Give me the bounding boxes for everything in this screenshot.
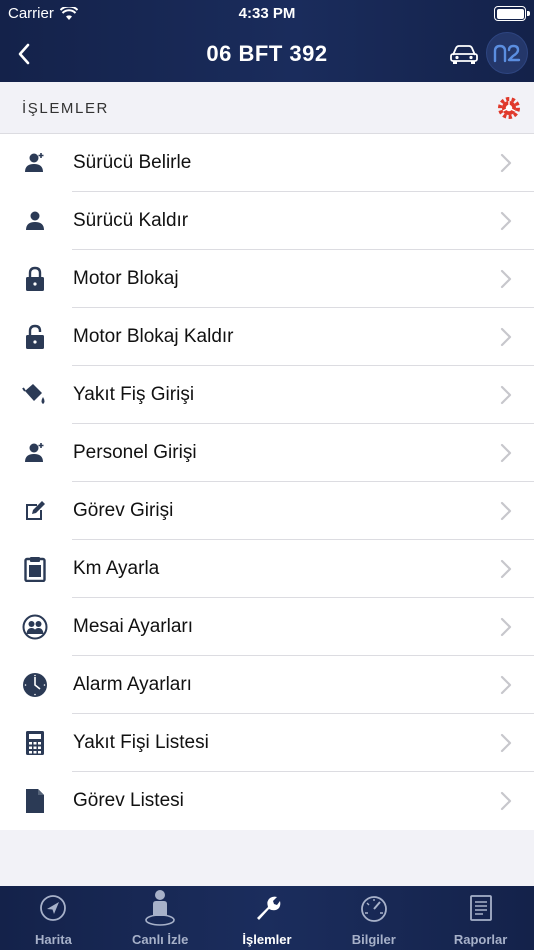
section-title: İŞLEMLER [22, 100, 109, 117]
group-icon [22, 614, 48, 640]
list-item-motor-blokaj[interactable]: Motor Blokaj [0, 250, 534, 308]
list-item-alarm-ayarlari[interactable]: Alarm Ayarları [0, 656, 534, 714]
gear-icon[interactable] [496, 95, 522, 121]
tab-canli-izle[interactable]: Canlı İzle [107, 886, 214, 950]
lock-icon [22, 266, 48, 292]
chevron-right-icon [500, 443, 512, 463]
navigation-bar: 06 BFT 392 [0, 28, 534, 82]
list-item-label: Alarm Ayarları [73, 674, 192, 695]
person-add-icon [22, 440, 48, 466]
tab-raporlar[interactable]: Raporlar [427, 886, 534, 950]
compass-icon [36, 892, 70, 924]
tab-label: Harita [34, 932, 72, 947]
list-item-label: Motor Blokaj Kaldır [73, 326, 234, 347]
gauge-icon [357, 892, 391, 924]
tab-harita[interactable]: Harita [0, 886, 107, 950]
list-item-label: Yakıt Fiş Girişi [73, 384, 195, 405]
status-time: 4:33 PM [238, 5, 296, 22]
fuel-can-icon [22, 382, 48, 408]
tab-bilgiler[interactable]: Bilgiler [320, 886, 427, 950]
n2-logo-icon [493, 44, 521, 63]
list-item-label: Sürücü Belirle [73, 152, 192, 173]
list-item-label: Görev Listesi [73, 790, 184, 811]
clipboard-icon [22, 556, 48, 582]
list-item-surucu-belirle[interactable]: Sürücü Belirle [0, 134, 534, 192]
person-icon [22, 208, 48, 234]
status-bar: Carrier 4:33 PM [0, 0, 534, 28]
person-add-icon [22, 150, 48, 176]
chevron-right-icon [500, 385, 512, 405]
chevron-right-icon [500, 617, 512, 637]
list-item-yakit-fis-girisi[interactable]: Yakıt Fiş Girişi [0, 366, 534, 424]
chevron-right-icon [500, 733, 512, 753]
list-item-label: Motor Blokaj [73, 268, 179, 289]
chevron-right-icon [500, 791, 512, 811]
action-list: Sürücü Belirle Sürücü Kaldır Motor Bloka… [0, 134, 534, 830]
tab-label: İşlemler [242, 932, 292, 947]
chevron-right-icon [500, 153, 512, 173]
list-item-label: Yakıt Fişi Listesi [73, 732, 209, 753]
tab-label: Bilgiler [351, 932, 396, 947]
live-person-icon [143, 890, 177, 926]
clock-icon [22, 672, 48, 698]
list-item-personel-girisi[interactable]: Personel Girişi [0, 424, 534, 482]
tab-label: Canlı İzle [132, 932, 189, 947]
list-item-yakit-fisi-listesi[interactable]: Yakıt Fişi Listesi [0, 714, 534, 772]
tab-label: Raporlar [453, 932, 508, 947]
chevron-right-icon [500, 327, 512, 347]
list-item-label: Personel Girişi [73, 442, 197, 463]
wrench-icon [250, 892, 284, 924]
calculator-icon [22, 730, 48, 756]
vehicle-button[interactable] [446, 40, 482, 68]
chevron-right-icon [500, 501, 512, 521]
list-item-surucu-kaldir[interactable]: Sürücü Kaldır [0, 192, 534, 250]
list-item-mesai-ayarlari[interactable]: Mesai Ayarları [0, 598, 534, 656]
chevron-right-icon [500, 211, 512, 231]
chevron-right-icon [500, 269, 512, 289]
report-icon [464, 892, 498, 924]
list-item-label: Mesai Ayarları [73, 616, 194, 637]
list-item-motor-blokaj-kaldir[interactable]: Motor Blokaj Kaldır [0, 308, 534, 366]
section-header: İŞLEMLER [0, 82, 534, 134]
list-item-label: Sürücü Kaldır [73, 210, 189, 231]
battery-icon [494, 6, 530, 21]
unlock-icon [22, 324, 48, 350]
list-item-km-ayarla[interactable]: Km Ayarla [0, 540, 534, 598]
list-item-gorev-listesi[interactable]: Görev Listesi [0, 772, 534, 830]
list-item-label: Görev Girişi [73, 500, 174, 521]
brand-logo [486, 32, 528, 74]
tab-bar: Harita Canlı İzle İşlemler Bilgiler Rapo… [0, 886, 534, 950]
document-icon [22, 788, 48, 814]
list-item-gorev-girisi[interactable]: Görev Girişi [0, 482, 534, 540]
edit-icon [22, 498, 48, 524]
car-icon [450, 45, 478, 64]
chevron-right-icon [500, 559, 512, 579]
chevron-right-icon [500, 675, 512, 695]
top-bar: Carrier 4:33 PM 06 BFT 392 [0, 0, 534, 82]
tab-islemler[interactable]: İşlemler [214, 886, 321, 950]
list-item-label: Km Ayarla [73, 558, 160, 579]
